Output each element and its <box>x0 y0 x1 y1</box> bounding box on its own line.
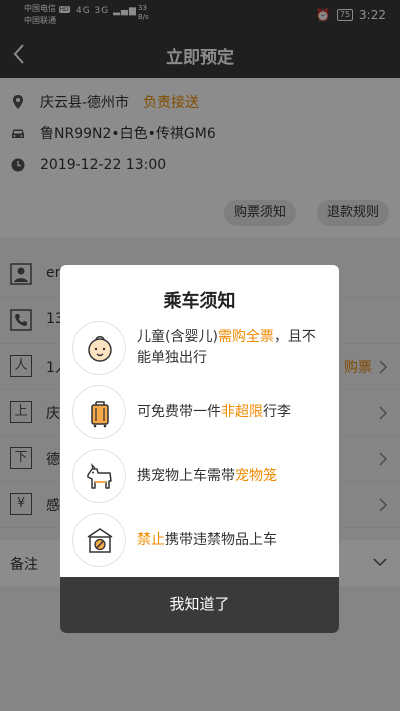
notice-text: 可免费带一件非超限行李 <box>137 403 291 420</box>
child-icon <box>88 336 112 362</box>
dialog-title: 乘车须知 <box>163 291 236 312</box>
notice-item-luggage: 可免费带一件非超限行李 <box>72 385 332 439</box>
notice-icon-circle <box>72 513 126 567</box>
boarding-notice-dialog: 乘车须知 儿童(含婴儿)需购全票，且不能单独出行 可免费带一件非超限行李 携宠物… <box>60 265 339 633</box>
notice-item-prohibited: 禁止携带违禁物品上车 <box>72 513 332 567</box>
confirm-button[interactable]: 我知道了 <box>60 577 339 633</box>
prohibited-box-icon <box>87 528 113 553</box>
luggage-icon <box>91 401 109 428</box>
notice-text: 儿童(含婴儿)需购全票，且不能单独出行 <box>137 329 316 366</box>
notice-icon-circle <box>72 321 126 375</box>
notice-icon-circle <box>72 449 126 503</box>
notice-text: 禁止携带违禁物品上车 <box>137 531 277 548</box>
notice-text: 携宠物上车需带宠物笼 <box>137 467 277 484</box>
pet-icon <box>87 463 112 489</box>
notice-item-child: 儿童(含婴儿)需购全票，且不能单独出行 <box>72 321 332 375</box>
notice-icon-circle <box>72 385 126 439</box>
notice-item-pet: 携宠物上车需带宠物笼 <box>72 449 332 503</box>
